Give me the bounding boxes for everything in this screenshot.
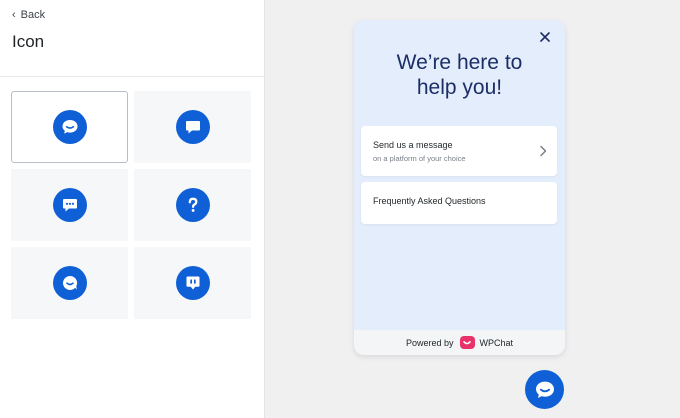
chevron-right-icon bbox=[539, 144, 547, 162]
option-subtitle: on a platform of your choice bbox=[373, 154, 466, 163]
panel-title: Icon bbox=[12, 32, 45, 51]
back-label: Back bbox=[20, 9, 46, 21]
faq-option[interactable]: Frequently Asked Questions bbox=[361, 182, 557, 224]
icon-option-5[interactable] bbox=[11, 247, 128, 319]
settings-panel: ‹ Back Icon bbox=[0, 0, 265, 418]
send-message-option[interactable]: Send us a message on a platform of your … bbox=[361, 126, 557, 176]
chevron-left-icon: ‹ bbox=[12, 8, 16, 21]
chat-launcher-button[interactable] bbox=[525, 370, 564, 409]
back-button[interactable]: ‹ Back bbox=[12, 9, 45, 21]
option-title: Send us a message bbox=[373, 140, 453, 150]
smile-round-bubble-icon bbox=[52, 266, 87, 300]
question-mark-icon bbox=[175, 188, 210, 222]
powered-by-footer: Powered by WPChat bbox=[354, 330, 565, 355]
smile-chat-bubble-icon bbox=[52, 110, 87, 144]
widget-headline: We’re here to help you! bbox=[396, 51, 523, 99]
exclamation-bubble-icon bbox=[175, 266, 210, 300]
option-title: Frequently Asked Questions bbox=[373, 196, 486, 206]
divider bbox=[0, 76, 264, 77]
icon-option-6[interactable] bbox=[134, 247, 251, 319]
icon-option-2[interactable] bbox=[134, 91, 251, 163]
square-chat-bubble-icon bbox=[175, 110, 210, 144]
chat-widget-preview: We’re here to help you! Send us a messag… bbox=[354, 20, 565, 355]
icon-option-1[interactable] bbox=[11, 91, 128, 163]
powered-by-label: Powered by bbox=[405, 337, 454, 348]
icon-option-3[interactable] bbox=[11, 169, 128, 241]
close-icon[interactable] bbox=[537, 29, 553, 45]
icon-option-4[interactable] bbox=[134, 169, 251, 241]
wpchat-logo-icon bbox=[459, 336, 475, 349]
brand-name: WPChat bbox=[479, 337, 514, 348]
smile-chat-bubble-icon bbox=[535, 381, 554, 398]
brand[interactable]: WPChat bbox=[459, 336, 514, 349]
dots-chat-bubble-icon bbox=[52, 188, 87, 222]
